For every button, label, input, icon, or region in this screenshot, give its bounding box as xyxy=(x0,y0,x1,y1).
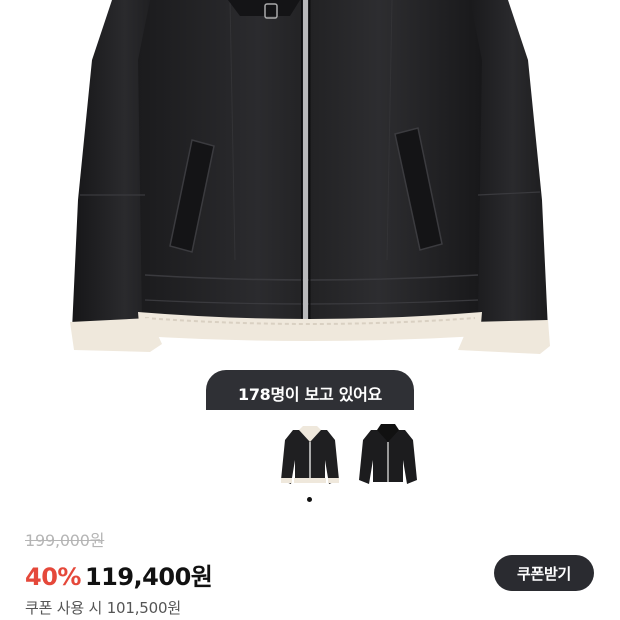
original-price: 199,000원 xyxy=(25,531,105,550)
coupon-price-note: 쿠폰 사용 시 101,500원 xyxy=(25,599,181,617)
leather-jacket-image xyxy=(70,0,550,354)
sale-price: 119,400원 xyxy=(84,563,213,591)
jacket-thumbnail-image xyxy=(359,424,417,484)
viewers-count-text: 178명이 보고 있어요 xyxy=(238,385,382,404)
discount-rate: 40% xyxy=(25,563,81,591)
price-line: 40% 119,400원 xyxy=(25,557,213,592)
get-coupon-button[interactable]: 쿠폰받기 xyxy=(494,555,594,591)
product-main-image[interactable] xyxy=(0,0,620,400)
jacket-thumbnail-image xyxy=(281,426,339,484)
thumbnail-jacket-collar-up[interactable] xyxy=(357,420,419,490)
thumbnail-jacket-front[interactable] xyxy=(279,420,341,490)
viewers-count-badge: 178명이 보고 있어요 xyxy=(206,370,414,410)
gallery-indicator-dot xyxy=(307,497,312,502)
